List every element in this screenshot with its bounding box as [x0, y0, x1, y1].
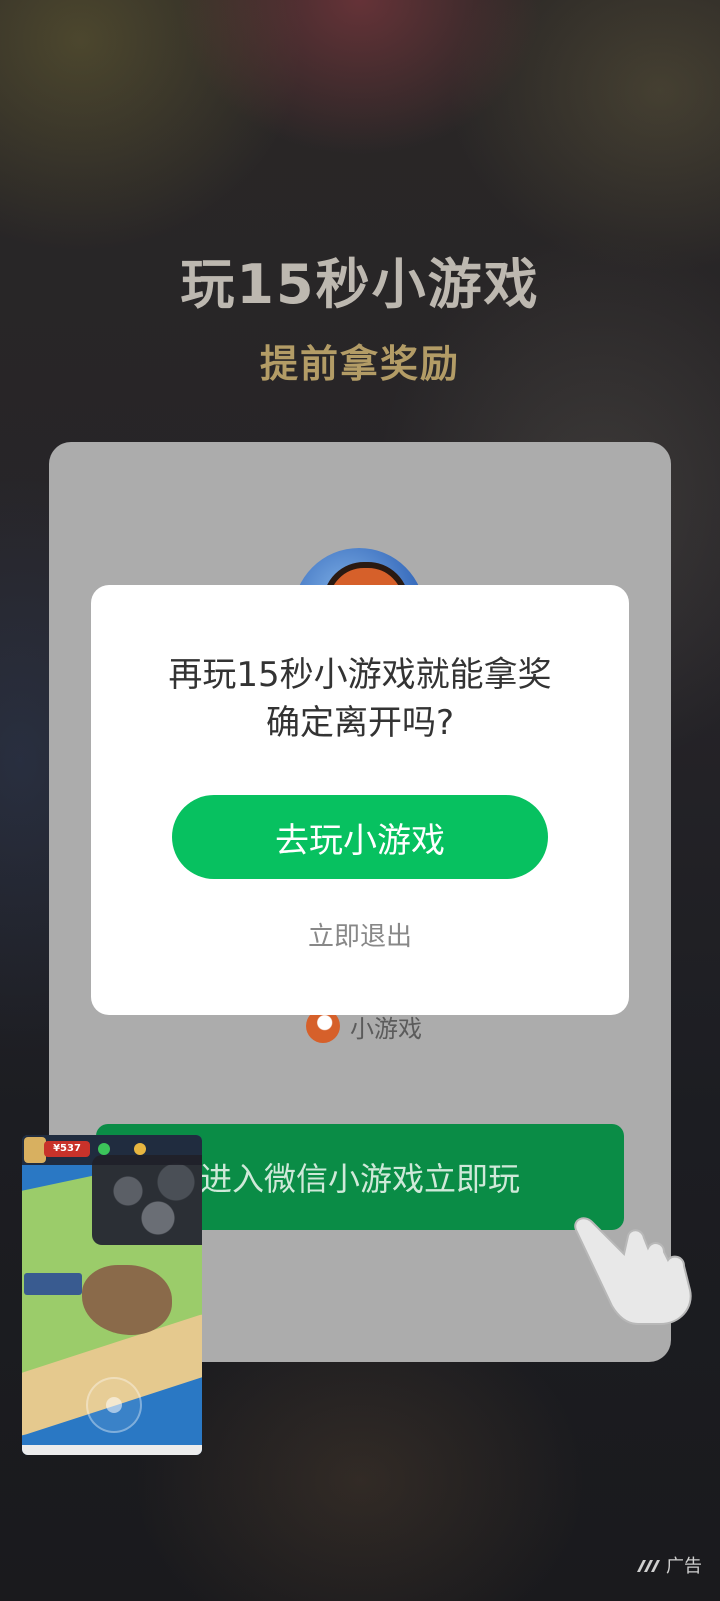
ad-platform-icon [637, 1560, 660, 1572]
play-mini-game-label: 去玩小游戏 [275, 820, 445, 861]
ad-badge: 广告 [636, 1552, 702, 1578]
money-counter: ¥537 [44, 1141, 90, 1157]
promo-headline: 玩15秒小游戏 [180, 253, 540, 316]
dialog-message-line2: 确定离开吗? [265, 703, 455, 743]
game-preview-thumbnail: ¥537 [22, 1135, 202, 1455]
ad-label: 广告 [666, 1556, 702, 1577]
leave-confirm-dialog: 再玩15秒小游戏就能拿奖 确定离开吗? 去玩小游戏 立即退出 [91, 585, 629, 1015]
pointing-hand-icon [574, 1217, 692, 1325]
coin-icon [134, 1143, 146, 1155]
joystick-knob [106, 1397, 122, 1413]
player-avatar [24, 1137, 46, 1163]
joystick-control [86, 1377, 142, 1433]
enter-mini-game-label: 进入微信小游戏立即玩 [199, 1160, 520, 1198]
gem-icon [98, 1143, 110, 1155]
dialog-message-line1: 再玩15秒小游戏就能拿奖 [168, 655, 552, 695]
rock-cluster [92, 1155, 202, 1245]
promo-subline: 提前拿奖励 [259, 342, 460, 386]
quest-panel [24, 1273, 82, 1295]
play-mini-game-button[interactable]: 去玩小游戏 [172, 795, 548, 879]
game-hud: ¥537 [22, 1135, 202, 1165]
thumbnail-bottom-bar [22, 1445, 202, 1455]
exit-now-link[interactable]: 立即退出 [91, 916, 629, 953]
